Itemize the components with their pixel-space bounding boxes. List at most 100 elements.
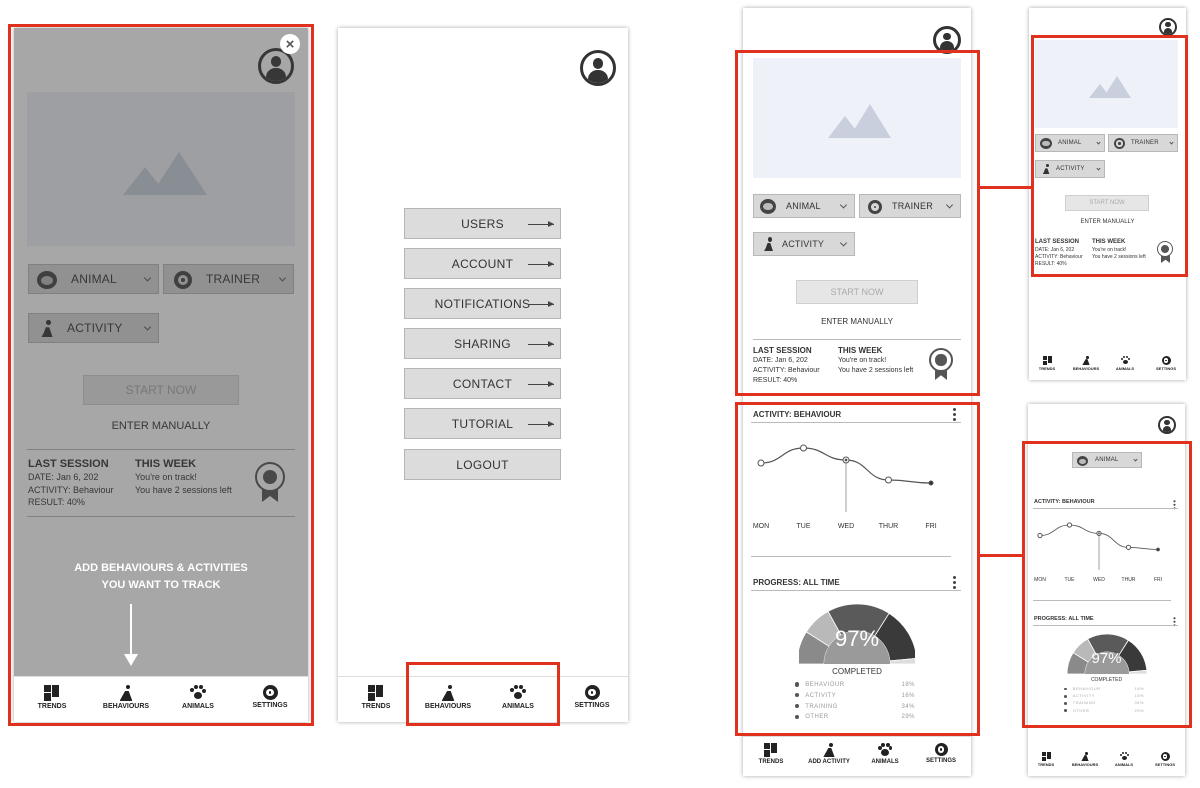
nav-trends[interactable]: TRENDS [1030,752,1062,767]
close-overlay-button[interactable]: × [280,34,300,54]
menu-account-button[interactable]: ACCOUNT [404,248,561,279]
nav-add-activity[interactable]: ADD ACTIVITY [803,743,855,765]
nav-settings[interactable]: SETTINGS [562,685,622,709]
nav-trends[interactable]: TRENDS [22,685,82,710]
paw-icon [1120,356,1130,365]
chevron-down-icon [945,201,954,209]
nav-trends[interactable]: TRENDS [1031,356,1063,371]
enter-manually-link[interactable]: ENTER MANUALLY [743,317,971,326]
last-session-result: RESULT: 40% [1035,261,1067,267]
this-week-line2: You have 2 sessions left [838,367,914,374]
more-options-icon[interactable] [1173,500,1176,511]
nav-animals[interactable]: ANIMALS [1108,752,1140,767]
legend-dot-icon [795,682,800,687]
profile-avatar-icon[interactable] [580,50,616,86]
data-point [757,459,765,467]
activity-dropdown[interactable]: ACTIVITY [753,232,855,256]
nav-animals[interactable]: ANIMALS [861,743,909,765]
trainer-dropdown[interactable]: TRAINER [1108,134,1178,152]
nav-trends-label: TRENDS [758,759,784,765]
dog-icon [760,199,776,214]
nav-settings[interactable]: SETTINGS [240,685,300,709]
nav-animals[interactable]: ANIMALS [168,685,228,710]
nav-behaviours[interactable]: BEHAVIOURS [1066,752,1104,767]
activity-dropdown[interactable]: ACTIVITY [1035,160,1105,178]
nav-behaviours[interactable]: BEHAVIOURS [94,685,158,710]
add-activity-icon [822,743,836,757]
data-point-highlight [1098,532,1100,535]
animal-dropdown-label: ANIMAL [786,201,821,211]
menu-notifications-label: NOTIFICATIONS [434,296,531,311]
divider [751,556,951,557]
animal-dropdown[interactable]: ANIMAL [1072,452,1142,468]
profile-avatar-icon[interactable] [933,26,961,54]
divider [751,422,961,423]
profile-avatar-icon[interactable] [1158,416,1176,434]
nav-behaviours-label: BEHAVIOURS [102,703,150,710]
animal-dropdown[interactable]: ANIMAL [753,194,855,218]
nav-animals[interactable]: ANIMALS [488,685,548,710]
legend-item: ACTIVITY 16% [1064,692,1144,699]
nav-animals[interactable]: ANIMALS [1109,356,1141,371]
legend-label: BEHAVIOUR [795,680,845,691]
animal-dropdown[interactable]: ANIMAL [1035,134,1105,152]
more-options-icon[interactable] [953,576,956,591]
nav-trends[interactable]: TRENDS [346,685,406,710]
nav-trends-label: TRENDS [37,703,67,710]
activity-icon [1041,164,1051,175]
legend-value: 16% [901,692,915,699]
enter-manually-link[interactable]: ENTER MANUALLY [1029,219,1186,225]
completed-label: COMPLETED [1090,677,1123,683]
nav-behaviours[interactable]: BEHAVIOURS [416,685,480,710]
legend-value: 29% [901,714,915,721]
menu-tutorial-button[interactable]: TUTORIAL [404,408,561,439]
trainer-dropdown[interactable]: TRAINER [859,194,961,218]
legend-dot-icon [1064,709,1067,712]
logout-button[interactable]: LOGOUT [404,449,561,480]
progress-percent: 97% [834,626,880,651]
menu-account-label: ACCOUNT [451,256,514,271]
menu-sharing-button[interactable]: SHARING [404,328,561,359]
menu-users-button[interactable]: USERS [404,208,561,239]
screen-dashboard-full: ANIMAL TRAINER ACTIVITY START NOW ENTER … [743,8,971,776]
bottom-nav: TRENDS ADD ACTIVITY ANIMALS SETTINGS [743,736,971,776]
more-options-icon[interactable] [1173,617,1176,628]
image-placeholder [1035,40,1178,128]
legend-label: ACTIVITY [795,691,836,702]
x-tick-label: THUR [879,523,898,528]
trainer-dropdown-label: TRAINER [892,201,933,211]
legend-dot-icon [1064,701,1067,705]
nav-settings[interactable]: SETTINGS [917,743,965,764]
divider [1033,600,1171,601]
legend-item: OTHER 29% [795,712,915,723]
last-session-activity: ACTIVITY: Behaviour [1035,254,1083,260]
behaviours-icon [1082,356,1091,365]
nav-trends-label: TRENDS [1038,366,1056,371]
activity-line-chart: MON TUE WED THUR FRI [1034,522,1162,582]
nav-behaviours[interactable]: BEHAVIOURS [1067,356,1105,371]
nav-trends-label: TRENDS [1037,762,1055,767]
progress-title: PROGRESS: ALL TIME [1034,616,1094,622]
last-session-date: DATE: Jan 6, 202 [1035,247,1075,253]
divider [1033,625,1178,626]
menu-notifications-button[interactable]: NOTIFICATIONS [404,288,561,319]
data-point [800,444,807,452]
arrow-right-icon [528,220,554,227]
nav-settings[interactable]: SETTINGS [1148,752,1182,767]
legend-item: TRAINING 34% [1064,699,1144,706]
nav-settings[interactable]: SETTINGS [1149,356,1183,371]
nav-trends[interactable]: TRENDS [747,743,795,765]
more-options-icon[interactable] [953,408,956,423]
menu-contact-button[interactable]: CONTACT [404,368,561,399]
menu-contact-label: CONTACT [452,376,513,391]
profile-avatar-icon[interactable] [1159,18,1177,36]
bottom-nav: TRENDS BEHAVIOURS ANIMALS SETTINGS [1028,750,1185,776]
progress-legend: BEHAVIOUR 18% ACTIVITY 16% TRAINING 34% OTHER 2… [795,680,915,723]
start-now-button[interactable]: START NOW [796,280,918,304]
x-tick-label: FRI [1154,577,1162,582]
legend-label: TRAINING [795,702,838,713]
trainer-icon [1114,138,1125,149]
start-now-button[interactable]: START NOW [1065,195,1149,211]
legend-label: OTHER [1064,707,1089,714]
x-tick-label: WED [1093,577,1105,582]
